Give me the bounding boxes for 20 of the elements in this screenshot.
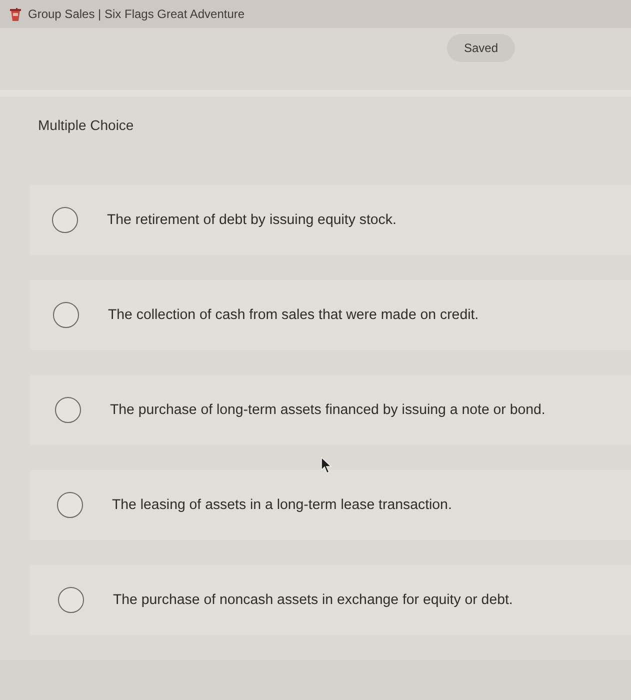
radio-button[interactable] [53,302,79,328]
answer-option[interactable]: The collection of cash from sales that were made on credit. [30,280,631,350]
question-type: Multiple Choice [37,116,135,135]
tab-title[interactable]: Group Sales | Six Flags Great Adventure [28,7,245,21]
answer-option[interactable]: The purchase of long-term assets financed by issuing a note or bond. [30,375,631,445]
radio-button[interactable] [58,587,84,613]
option-text: The leasing of assets in a long-term lease transaction. [112,497,452,513]
answer-option[interactable]: The retirement of debt by issuing equity stock. [30,185,631,255]
option-text: The purchase of long-term assets financed by issuing a note or bond. [110,402,546,418]
radio-button[interactable] [52,207,78,233]
radio-button[interactable] [57,492,83,518]
cup-icon [10,8,21,20]
option-text: The purchase of noncash assets in exchange for equity or debt. [113,592,513,608]
radio-button[interactable] [55,397,81,423]
option-text: The retirement of debt by issuing equity stock. [107,212,396,228]
answer-option[interactable]: The purchase of noncash assets in exchange for equity or debt. [30,565,631,635]
saved-status: Saved [446,34,515,62]
mouse-cursor-icon [321,457,332,474]
option-text: The collection of cash from sales that were made on credit. [108,307,479,323]
answer-option[interactable]: The leasing of assets in a long-term lease transaction. [30,470,631,540]
